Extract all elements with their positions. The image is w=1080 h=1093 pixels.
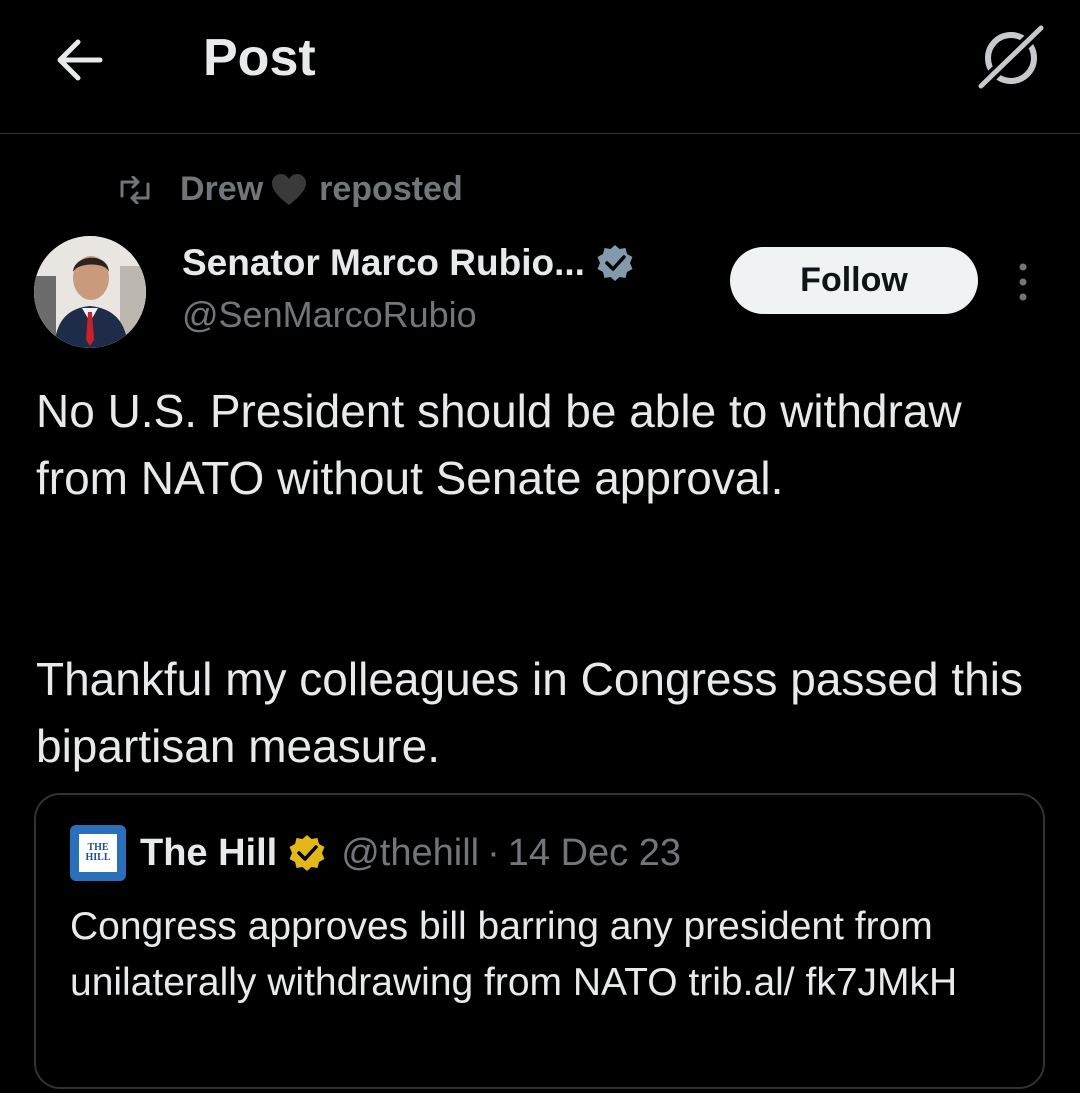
author-handle[interactable]: @SenMarcoRubio [182, 294, 477, 336]
quoted-post-text: Congress approves bill barring any presi… [70, 905, 958, 1004]
grok-icon[interactable] [975, 22, 1047, 92]
repost-icon [120, 175, 150, 204]
separator-dot: · [487, 831, 500, 874]
quoted-post-date: 14 Dec 23 [507, 831, 681, 874]
the-hill-logo: THE HILL [70, 825, 126, 881]
quoted-author-handle: @thehill [341, 831, 480, 874]
author-name[interactable]: Senator Marco Rubio... [182, 242, 585, 284]
post-paragraph-1: No U.S. President should be able to with… [36, 385, 962, 504]
post-paragraph-2: Thankful my colleagues in Congress passe… [36, 653, 1023, 772]
avatar-photo [34, 236, 146, 348]
author-name-row: Senator Marco Rubio... [182, 242, 635, 284]
arrow-left-icon[interactable] [50, 30, 110, 90]
quoted-author-name: The Hill [140, 831, 278, 874]
black-heart-icon [272, 173, 307, 205]
repost-indicator: Drew reposted [118, 170, 463, 209]
verified-badge-icon [597, 245, 633, 281]
quoted-post-header: THE HILL The Hill @thehill · 14 Dec 23 [70, 825, 681, 881]
follow-button[interactable]: Follow [730, 247, 978, 314]
repost-label: reposted [319, 170, 463, 208]
logo-text-bottom: HILL [85, 852, 111, 863]
gold-verified-badge-icon [289, 835, 325, 871]
post-text: No U.S. President should be able to with… [36, 378, 1046, 780]
top-bar: Post [0, 0, 1080, 134]
repost-user[interactable]: Drew [180, 170, 263, 209]
quoted-post[interactable]: THE HILL The Hill @thehill · 14 Dec 23 C… [34, 793, 1045, 1089]
more-options-icon[interactable] [1012, 262, 1034, 302]
avatar[interactable] [34, 236, 146, 348]
page-title: Post [203, 29, 316, 87]
